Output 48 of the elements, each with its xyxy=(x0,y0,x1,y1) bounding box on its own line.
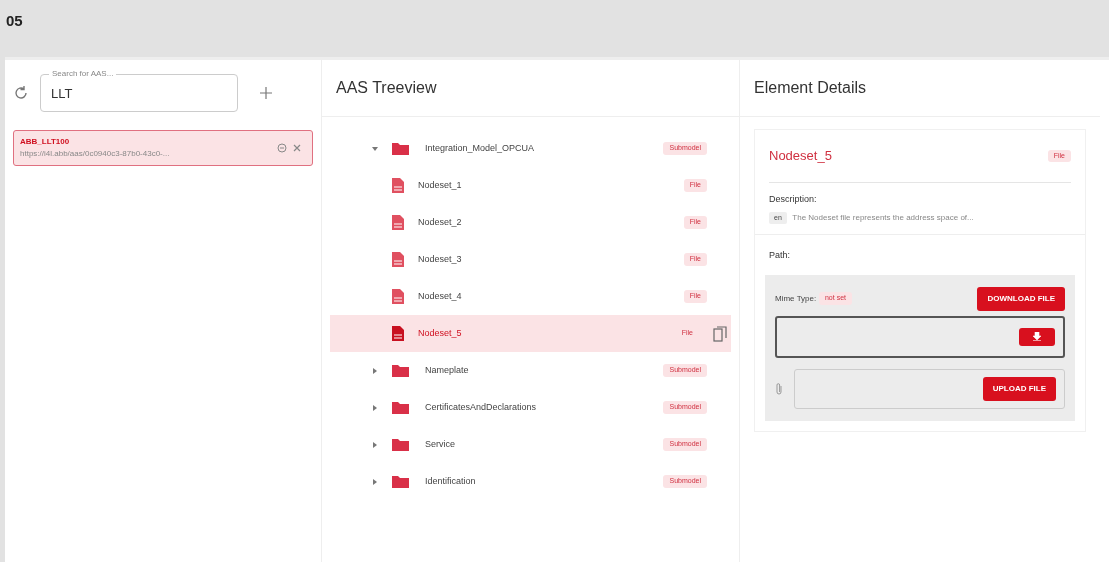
aas-url: https://i4l.abb/aas/0c0940c3-87b0-43c0-... xyxy=(20,148,171,160)
panel-title: AAS Treeview xyxy=(322,60,739,117)
aas-list-item[interactable]: ABB_LLT100 https://i4l.abb/aas/0c0940c3-87b0-43c0-... xyxy=(13,130,313,166)
tree-item-label: Integration_Model_OPCUA xyxy=(425,141,536,155)
page-label: 05 xyxy=(5,11,24,31)
tree-item-label: Service xyxy=(425,437,456,451)
tree-item-label: Nameplate xyxy=(425,363,470,377)
refresh-icon[interactable] xyxy=(13,85,29,101)
field-label: Mime Type: xyxy=(775,292,817,305)
field-label: Description: xyxy=(769,192,818,206)
panel-title: Element Details xyxy=(740,60,1100,117)
expand-icon[interactable] xyxy=(372,441,378,448)
folder-icon xyxy=(392,438,409,451)
folder-icon xyxy=(392,142,409,155)
expand-icon[interactable] xyxy=(372,404,378,411)
path-field[interactable] xyxy=(775,316,1065,358)
attachment-icon xyxy=(775,382,783,396)
expand-icon[interactable] xyxy=(372,478,378,485)
tree-item-label: Identification xyxy=(425,474,477,488)
field-label: Path: xyxy=(768,249,791,262)
element-name: Nodeset_5 xyxy=(769,147,832,165)
description-text: The Nodeset file represents the address space of... xyxy=(792,211,974,224)
aas-name: ABB_LLT100 xyxy=(20,136,71,148)
upload-button[interactable]: UPLOAD FILE xyxy=(982,377,1056,401)
tree-item-label: Nodeset_5 xyxy=(418,326,463,340)
collapse-icon[interactable] xyxy=(372,145,378,152)
file-icon xyxy=(392,178,404,193)
expand-icon[interactable] xyxy=(372,367,378,374)
info-icon[interactable] xyxy=(277,143,287,153)
folder-icon xyxy=(392,475,409,488)
tree-item-label: Nodeset_2 xyxy=(418,215,463,229)
download-icon xyxy=(1033,332,1041,342)
close-icon[interactable] xyxy=(292,144,301,152)
file-icon xyxy=(392,215,404,230)
tree-item-label: Nodeset_3 xyxy=(418,252,463,266)
add-icon[interactable] xyxy=(260,87,272,99)
file-icon xyxy=(392,289,404,304)
file-icon xyxy=(392,252,404,267)
tree-item-label: CertificatesAndDeclarations xyxy=(425,400,538,414)
copy-icon[interactable] xyxy=(713,325,727,342)
tree-item-label: Nodeset_1 xyxy=(418,178,463,192)
download-icon-button[interactable] xyxy=(1019,328,1055,346)
tree-item-label: Nodeset_4 xyxy=(418,289,463,303)
folder-icon xyxy=(392,364,409,377)
download-button[interactable]: DOWNLOAD FILE xyxy=(977,286,1065,311)
file-icon xyxy=(392,326,404,341)
upload-field[interactable]: UPLOAD FILE xyxy=(794,369,1065,409)
folder-icon xyxy=(392,401,409,414)
